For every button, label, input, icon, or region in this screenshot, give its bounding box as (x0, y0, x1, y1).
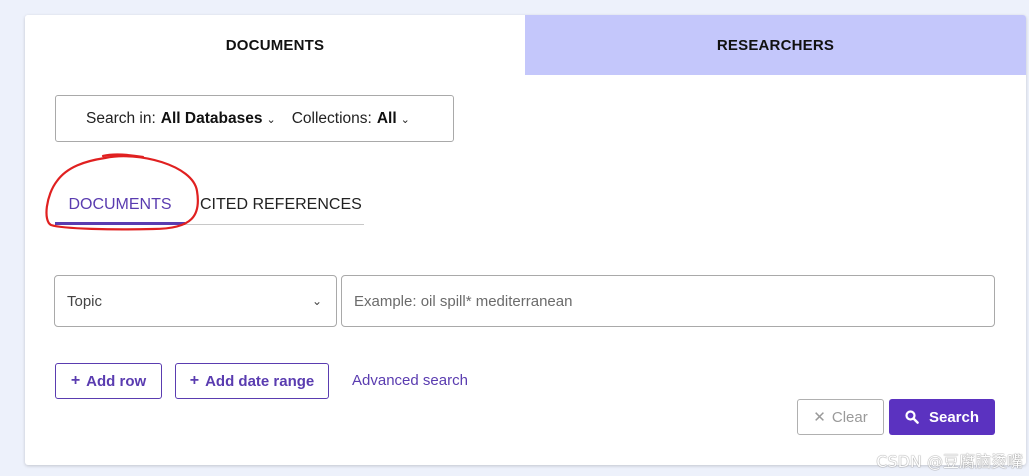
collections-value: All (376, 109, 397, 127)
subtab-documents-label: DOCUMENTS (68, 195, 172, 213)
tab-documents-label: DOCUMENTS (225, 36, 325, 54)
plus-icon: + (70, 372, 81, 389)
search-field-select[interactable]: Topic ⌄ (54, 275, 337, 327)
clear-label: Clear (831, 408, 868, 426)
close-icon: ✕ (813, 409, 826, 426)
search-label: Search (928, 408, 980, 426)
chevron-down-icon: ⌄ (400, 113, 410, 126)
collections-dropdown[interactable]: Collections: All ⌄ (292, 110, 410, 128)
subtab-cited-references[interactable]: CITED REFERENCES (200, 185, 362, 224)
subtab-cited-references-label: CITED REFERENCES (200, 195, 362, 213)
tab-researchers[interactable]: RESEARCHERS (525, 15, 1026, 75)
search-card: DOCUMENTS RESEARCHERS Search in: All Dat… (25, 15, 1026, 465)
collections-label: Collections: (291, 109, 372, 127)
tab-researchers-label: RESEARCHERS (716, 36, 835, 54)
search-in-value: All Databases (160, 109, 263, 127)
search-in-label: Search in: (86, 109, 156, 127)
search-query-input[interactable] (341, 275, 995, 327)
chevron-down-icon: ⌄ (311, 294, 322, 308)
chevron-down-icon: ⌄ (266, 113, 276, 126)
clear-button[interactable]: ✕ Clear (797, 399, 884, 435)
add-date-range-button[interactable]: + Add date range (175, 363, 329, 399)
search-icon (905, 410, 919, 424)
advanced-search-link[interactable]: Advanced search (352, 372, 468, 389)
plus-icon: + (189, 372, 200, 389)
search-in-dropdown[interactable]: Search in: All Databases ⌄ (86, 110, 276, 128)
search-field-value: Topic (67, 292, 103, 310)
add-row-button[interactable]: + Add row (55, 363, 162, 399)
add-date-range-label: Add date range (205, 372, 315, 390)
search-button[interactable]: Search (889, 399, 995, 435)
subtab-documents[interactable]: DOCUMENTS (55, 185, 185, 225)
add-row-label: Add row (86, 372, 147, 390)
search-type-tabs: DOCUMENTS CITED REFERENCES (55, 185, 364, 225)
database-selector: Search in: All Databases ⌄ Collections: … (55, 95, 454, 142)
watermark: CSDN @豆腐脑烫嘴 (876, 452, 1023, 471)
tab-documents[interactable]: DOCUMENTS (25, 15, 525, 75)
